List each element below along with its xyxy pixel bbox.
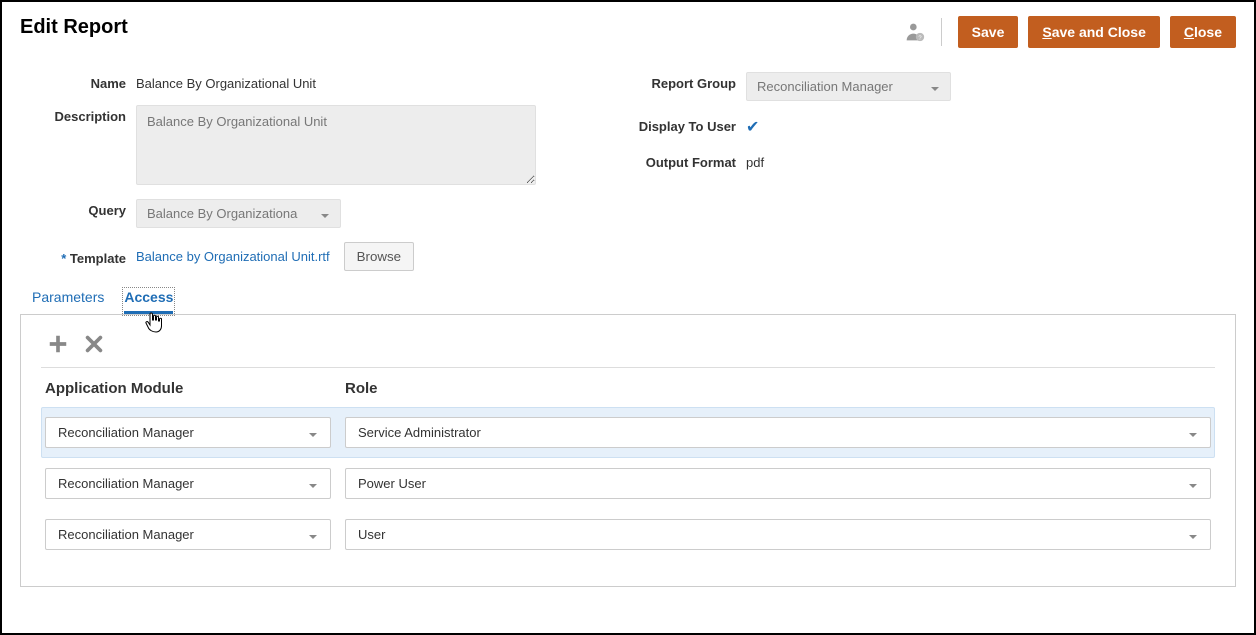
access-panel: Application Module Role Reconciliation M… bbox=[20, 314, 1236, 587]
output-format-label: Output Format bbox=[616, 151, 736, 170]
report-group-label: Report Group bbox=[616, 72, 736, 91]
tab-access[interactable]: Access bbox=[124, 289, 173, 314]
role-value: User bbox=[358, 527, 385, 542]
table-row[interactable]: Reconciliation Manager Service Administr… bbox=[41, 407, 1215, 458]
user-help-icon[interactable]: ? bbox=[905, 22, 925, 42]
module-value: Reconciliation Manager bbox=[58, 527, 194, 542]
name-value: Balance By Organizational Unit bbox=[136, 72, 316, 91]
column-header-module: Application Module bbox=[45, 380, 345, 397]
template-link[interactable]: Balance by Organizational Unit.rtf bbox=[136, 249, 330, 264]
report-group-select[interactable]: Reconciliation Manager bbox=[746, 72, 951, 101]
description-textarea[interactable] bbox=[136, 105, 536, 185]
header-divider bbox=[941, 18, 942, 46]
query-select[interactable]: Balance By Organizationa bbox=[136, 199, 341, 228]
chevron-down-icon bbox=[1188, 530, 1198, 540]
query-label: Query bbox=[32, 199, 126, 218]
module-select[interactable]: Reconciliation Manager bbox=[45, 417, 331, 448]
delete-icon[interactable] bbox=[83, 333, 105, 355]
chevron-down-icon bbox=[308, 530, 318, 540]
name-label: Name bbox=[32, 72, 126, 91]
chevron-down-icon bbox=[308, 428, 318, 438]
display-to-user-label: Display To User bbox=[616, 115, 736, 134]
add-icon[interactable] bbox=[47, 333, 69, 355]
chevron-down-icon bbox=[1188, 479, 1198, 489]
role-value: Service Administrator bbox=[358, 425, 481, 440]
role-select[interactable]: Service Administrator bbox=[345, 417, 1211, 448]
report-group-value: Reconciliation Manager bbox=[757, 79, 893, 94]
toolbar-divider bbox=[41, 367, 1215, 368]
page-title: Edit Report bbox=[20, 16, 128, 39]
column-header-role: Role bbox=[345, 380, 1211, 397]
role-value: Power User bbox=[358, 476, 426, 491]
module-value: Reconciliation Manager bbox=[58, 476, 194, 491]
chevron-down-icon bbox=[320, 209, 330, 219]
save-and-close-button[interactable]: Save and Close bbox=[1028, 16, 1160, 48]
tab-parameters[interactable]: Parameters bbox=[32, 289, 104, 314]
description-label: Description bbox=[32, 105, 126, 124]
query-select-value: Balance By Organizationa bbox=[147, 206, 297, 221]
module-select[interactable]: Reconciliation Manager bbox=[45, 468, 331, 499]
chevron-down-icon bbox=[1188, 428, 1198, 438]
chevron-down-icon bbox=[930, 82, 940, 92]
role-select[interactable]: User bbox=[345, 519, 1211, 550]
table-row[interactable]: Reconciliation Manager User bbox=[41, 509, 1215, 560]
role-select[interactable]: Power User bbox=[345, 468, 1211, 499]
template-label: Template bbox=[32, 247, 126, 266]
close-button[interactable]: Close bbox=[1170, 16, 1236, 48]
browse-button[interactable]: Browse bbox=[344, 242, 414, 271]
output-format-value: pdf bbox=[746, 151, 764, 170]
table-row[interactable]: Reconciliation Manager Power User bbox=[41, 458, 1215, 509]
display-to-user-check-icon: ✔ bbox=[746, 115, 759, 137]
chevron-down-icon bbox=[308, 479, 318, 489]
module-value: Reconciliation Manager bbox=[58, 425, 194, 440]
module-select[interactable]: Reconciliation Manager bbox=[45, 519, 331, 550]
save-button[interactable]: Save bbox=[958, 16, 1019, 48]
